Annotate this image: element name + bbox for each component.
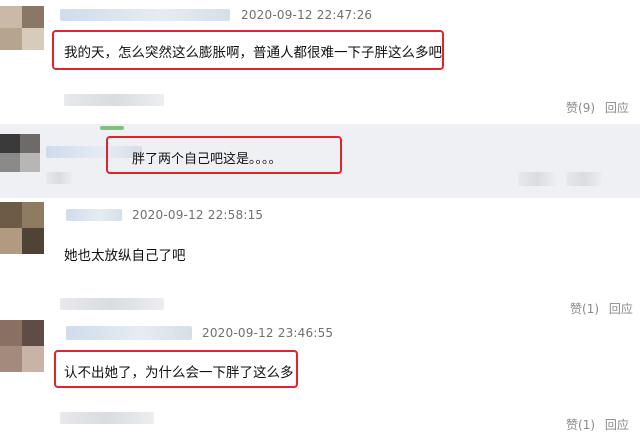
comment-actions: 赞(1) 回应 <box>570 300 633 317</box>
comment-actions: 赞(1) 回应 <box>566 416 629 433</box>
like-label: 赞 <box>566 418 579 432</box>
comment-item: 2020-09-12 23:46:55 认不出她了，为什么会一下胖了这么多 赞(… <box>0 316 640 440</box>
like-label: 赞 <box>570 302 583 316</box>
blurred-action <box>566 172 602 186</box>
like-label: 赞 <box>566 101 579 115</box>
blurred-action <box>518 172 556 186</box>
username-blurred[interactable] <box>60 9 230 21</box>
reply-button[interactable]: 回应 <box>609 302 633 316</box>
avatar[interactable] <box>0 6 44 50</box>
comment-timestamp: 2020-09-12 22:47:26 <box>241 8 373 22</box>
blurred-content <box>64 94 164 106</box>
highlight-box <box>106 136 342 174</box>
blurred-content <box>46 172 72 184</box>
highlight-box <box>52 30 444 70</box>
blurred-content <box>60 298 164 310</box>
like-button[interactable]: 赞(1) <box>566 418 595 432</box>
comment-text: 她也太放纵自己了吧 <box>64 248 186 264</box>
like-count: (9) <box>578 101 596 115</box>
badge-blurred <box>100 126 124 130</box>
avatar[interactable] <box>0 134 40 172</box>
username-blurred[interactable] <box>66 209 122 221</box>
comment-item: 2020-09-12 22:47:26 我的天，怎么突然这么膨胀啊，普通人都很难… <box>0 0 640 124</box>
like-count: (1) <box>582 302 600 316</box>
like-button[interactable]: 赞(9) <box>566 101 595 115</box>
avatar[interactable] <box>0 202 44 254</box>
comment-timestamp: 2020-09-12 22:58:15 <box>132 208 264 222</box>
blurred-content <box>60 412 154 424</box>
comment-actions: 赞(9) 回应 <box>566 99 629 116</box>
reply-item: 胖了两个自己吧这是。。。。 <box>0 124 640 198</box>
comment-timestamp: 2020-09-12 23:46:55 <box>202 326 334 340</box>
avatar[interactable] <box>0 320 44 372</box>
like-count: (1) <box>578 418 596 432</box>
comment-item: 2020-09-12 22:58:15 她也太放纵自己了吧 赞(1) 回应 <box>0 198 640 316</box>
reply-button[interactable]: 回应 <box>605 418 629 432</box>
reply-button[interactable]: 回应 <box>605 101 629 115</box>
username-blurred[interactable] <box>66 326 192 340</box>
highlight-box <box>54 350 298 388</box>
like-button[interactable]: 赞(1) <box>570 302 599 316</box>
